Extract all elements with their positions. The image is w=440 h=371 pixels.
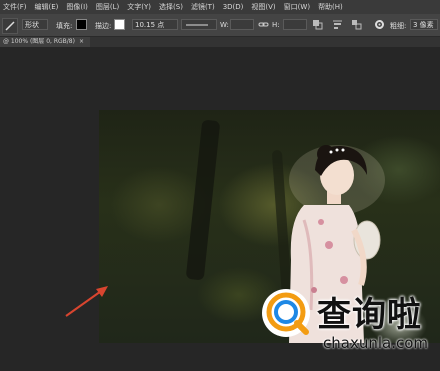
menu-layer[interactable]: 图层(L) xyxy=(93,2,124,12)
tool-mode-select[interactable]: 形状 xyxy=(22,19,48,30)
fill-label: 填充: xyxy=(56,22,73,30)
document-tab[interactable]: @ 100% (图层 0, RGB/8) × xyxy=(0,37,90,47)
width-label: W: xyxy=(220,21,229,29)
menu-select[interactable]: 选择(S) xyxy=(156,2,188,12)
watermark-subtitle: chaxunla.com xyxy=(323,334,428,352)
magnifier-logo-icon xyxy=(262,289,310,337)
path-arrangement-icon[interactable] xyxy=(351,19,362,30)
thickness-value: 3 像素 xyxy=(413,21,434,29)
thickness-label: 粗细: xyxy=(390,22,407,30)
path-operations-icon[interactable] xyxy=(312,19,323,30)
watermark-title: 查询啦 xyxy=(317,295,422,335)
menu-bar: 文件(F) 编辑(E) 图像(I) 图层(L) 文字(Y) 选择(S) 滤镜(T… xyxy=(0,0,440,14)
stroke-type-select[interactable] xyxy=(181,19,217,30)
stroke-line-icon xyxy=(186,24,208,26)
thickness-field[interactable]: 3 像素 xyxy=(410,19,438,30)
menu-file[interactable]: 文件(F) xyxy=(0,2,32,12)
menu-image[interactable]: 图像(I) xyxy=(63,2,93,12)
width-field[interactable] xyxy=(230,19,254,30)
document-tab-title: @ 100% (图层 0, RGB/8) xyxy=(3,38,75,45)
fill-swatch[interactable] xyxy=(76,19,87,30)
watermark: 查询啦 chaxunla.com xyxy=(255,287,430,352)
stroke-width-field[interactable]: 10.15 点 xyxy=(132,19,178,30)
menu-window[interactable]: 窗口(W) xyxy=(281,2,315,12)
link-icon[interactable] xyxy=(258,19,269,30)
tool-mode-value: 形状 xyxy=(25,21,39,29)
stroke-label: 描边: xyxy=(95,22,112,30)
stroke-swatch[interactable] xyxy=(114,19,125,30)
path-alignment-icon[interactable] xyxy=(332,19,343,30)
menu-view[interactable]: 视图(V) xyxy=(248,2,280,12)
options-bar: 形状 填充: 描边: 10.15 点 W: H: 粗细: 3 像素 xyxy=(0,14,440,37)
line-tool-icon[interactable] xyxy=(2,18,18,34)
stroke-width-value: 10.15 点 xyxy=(135,21,165,29)
annotation-arrow xyxy=(65,286,108,317)
menu-edit[interactable]: 编辑(E) xyxy=(32,2,64,12)
document-tab-bar: @ 100% (图层 0, RGB/8) × xyxy=(0,37,440,47)
menu-filter[interactable]: 滤镜(T) xyxy=(188,2,220,12)
menu-help[interactable]: 帮助(H) xyxy=(315,2,348,12)
height-field[interactable] xyxy=(283,19,307,30)
menu-3d[interactable]: 3D(D) xyxy=(220,3,249,11)
gear-icon[interactable] xyxy=(374,19,385,30)
height-label: H: xyxy=(272,21,280,29)
menu-type[interactable]: 文字(Y) xyxy=(124,2,156,12)
close-icon[interactable]: × xyxy=(79,38,84,45)
